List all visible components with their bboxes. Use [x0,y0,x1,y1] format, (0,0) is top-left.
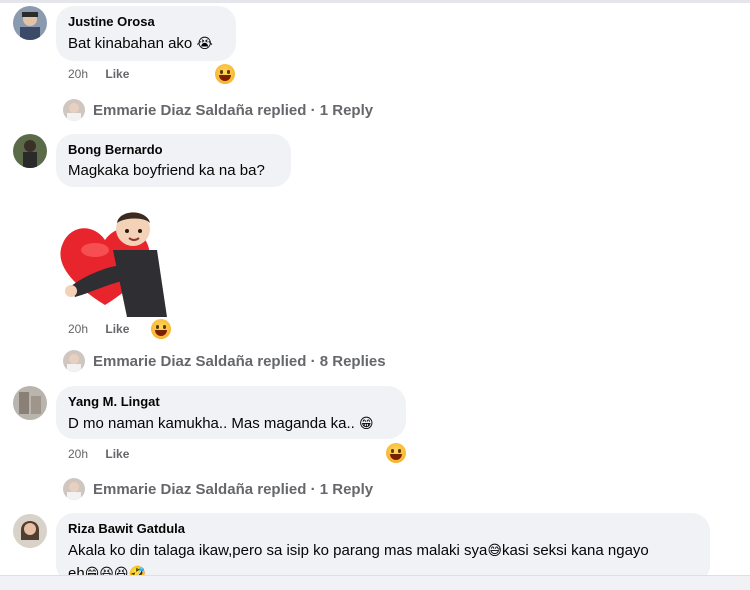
comment-time[interactable]: 20h [68,322,88,336]
comment-text-line: kasi seksi kana ngayo [502,542,649,559]
grin-emoji: 😁 [358,415,374,431]
comment-text-line: Akala ko din talaga ikaw,pero sa isip ko… [68,542,488,559]
view-replies-link[interactable]: Emmarie Diaz Saldaña replied · 1 Reply [63,478,373,500]
comment-text-content: Bat kinabahan ako [68,35,193,52]
replies-label[interactable]: Emmarie Diaz Saldaña replied · 1 Reply [93,102,373,119]
comment-time[interactable]: 20h [68,67,88,81]
haha-reaction-icon[interactable] [151,319,171,339]
replies-label[interactable]: Emmarie Diaz Saldaña replied · 8 Replies [93,353,386,370]
like-button[interactable]: Like [105,67,129,81]
comment-meta: 20h Like [68,67,143,81]
comment-text: Bat kinabahan ako 😭 [68,32,224,55]
heart-hug-sticker [60,212,167,317]
comment-bubble: Yang M. Lingat D mo naman kamukha.. Mas … [56,386,406,439]
comment-text-content: D mo naman kamukha.. Mas maganda ka.. [68,415,355,432]
comment-time[interactable]: 20h [68,447,88,461]
reply-avatar [63,478,85,500]
crying-emoji: 😭 [196,35,213,51]
haha-reaction-icon[interactable] [215,64,235,84]
comment-text: D mo naman kamukha.. Mas maganda ka.. 😁 [68,412,394,435]
comment-author[interactable]: Justine Orosa [68,14,224,30]
bottom-bar [0,575,750,590]
view-replies-link[interactable]: Emmarie Diaz Saldaña replied · 8 Replies [63,350,386,372]
comment-meta: 20h Like [68,447,143,461]
view-replies-link[interactable]: Emmarie Diaz Saldaña replied · 1 Reply [63,99,373,121]
avatar[interactable] [13,134,47,168]
sweat-smile-emoji: 😅 [487,542,502,558]
comment-meta: 20h Like [68,322,143,336]
comment-bubble: Justine Orosa Bat kinabahan ako 😭 [56,6,236,61]
comment-author[interactable]: Riza Bawit Gatdula [68,521,698,537]
avatar[interactable] [13,514,47,548]
replies-label[interactable]: Emmarie Diaz Saldaña replied · 1 Reply [93,481,373,498]
like-button[interactable]: Like [105,447,129,461]
like-button[interactable]: Like [105,322,129,336]
reply-avatar [63,99,85,121]
comment-text: Magkaka boyfriend ka na ba? [68,162,265,179]
comment-bubble: Riza Bawit Gatdula Akala ko din talaga i… [56,513,710,583]
avatar[interactable] [13,386,47,420]
comment-author[interactable]: Yang M. Lingat [68,394,394,410]
haha-reaction-icon[interactable] [386,443,406,463]
comment-bubble: Bong Bernardo Magkaka boyfriend ka na ba… [56,134,291,187]
comment-author[interactable]: Bong Bernardo [68,142,279,158]
top-divider [0,0,750,3]
reply-avatar [63,350,85,372]
avatar[interactable] [13,6,47,40]
